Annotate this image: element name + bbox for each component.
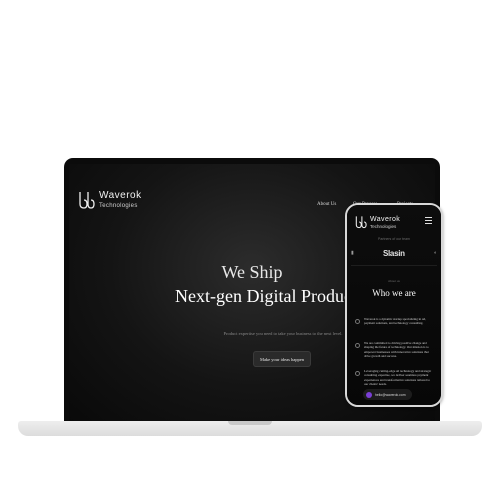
phone-brand: Waverok xyxy=(370,215,401,223)
site-navbar: Waverok Technologies About Us Our Proces… xyxy=(69,164,435,210)
hamburger-menu-icon[interactable] xyxy=(425,217,432,226)
partner-logo-right: ◐ xyxy=(433,250,437,256)
divider xyxy=(351,265,437,266)
site-brand: Waverok xyxy=(99,190,142,201)
bullet-icon xyxy=(355,319,360,324)
phone-tagline: Technologies xyxy=(370,223,397,229)
about-card-text: Waverok is a dynamic startup specializin… xyxy=(364,317,426,326)
waverok-logo-icon xyxy=(355,216,367,229)
phone-mockup: Waverok Technologies Partners of our tea… xyxy=(345,203,443,407)
about-card-text: Leveraging cutting-edge AI technology an… xyxy=(364,369,432,387)
email-text: hello@waverok.com xyxy=(375,392,406,397)
about-card-text: We are committed to driving positive cha… xyxy=(364,341,429,359)
laptop-notch xyxy=(228,421,272,425)
section-label: About us xyxy=(388,279,400,283)
phone-viewport: Waverok Technologies Partners of our tea… xyxy=(347,205,441,405)
about-card: We are committed to driving positive cha… xyxy=(355,341,433,359)
partner-logo-left: ▮ xyxy=(351,250,354,256)
waverok-logo-icon xyxy=(79,192,95,209)
site-logo[interactable]: Waverok Technologies xyxy=(77,190,142,210)
partner-logo-center: Slasin xyxy=(382,248,405,258)
hero-accent: We Ship xyxy=(221,262,283,282)
hero-headline-line2: Next-gen Digital Products xyxy=(175,286,364,306)
cta-button[interactable]: Make your ideas happen xyxy=(253,351,311,367)
about-card: Waverok is a dynamic startup specializin… xyxy=(355,317,433,326)
section-title: Who we are xyxy=(372,288,416,298)
partners-label: Partners of our team xyxy=(378,237,410,241)
about-card: Leveraging cutting-edge AI technology an… xyxy=(355,369,433,387)
avatar xyxy=(366,391,372,398)
nav-about-us[interactable]: About Us xyxy=(317,202,336,207)
bullet-icon xyxy=(355,343,360,348)
bullet-icon xyxy=(355,371,360,376)
partners-strip: ▮ Slasin ◐ xyxy=(351,245,437,261)
phone-logo[interactable]: Waverok Technologies xyxy=(354,215,400,229)
site-tagline: Technologies xyxy=(99,203,138,209)
email-contact-pill[interactable]: hello@waverok.com xyxy=(363,389,412,400)
